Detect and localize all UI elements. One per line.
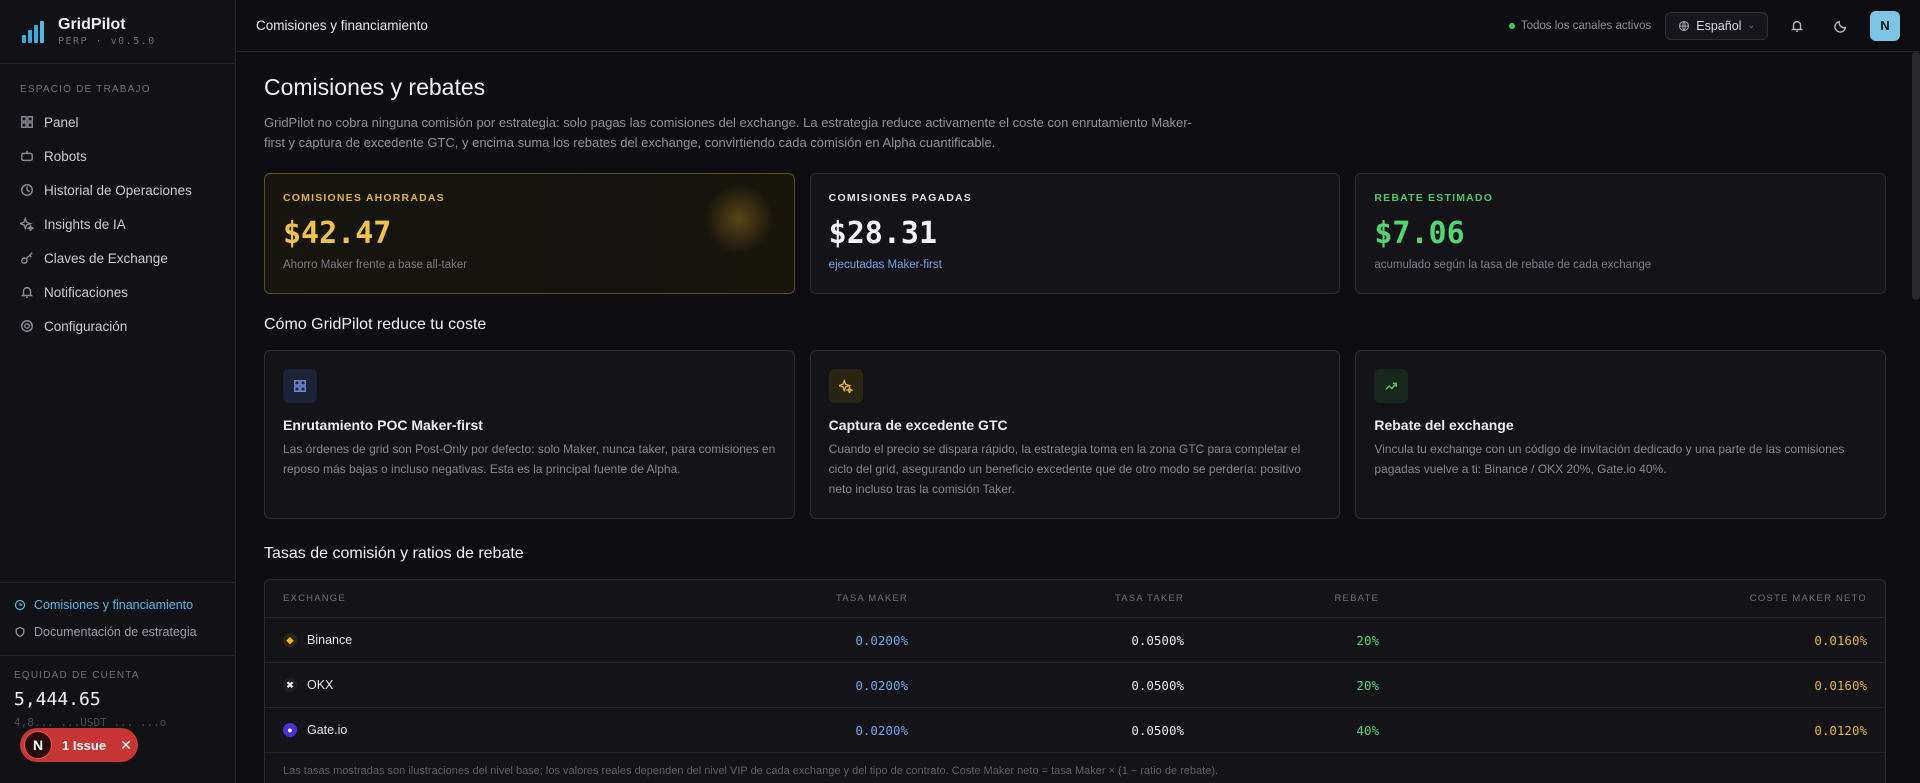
- sidebar: GridPilot PERP · v0.5.0 ESPACIO DE TRABA…: [0, 0, 236, 783]
- how-title: Cómo GridPilot reduce tu coste: [264, 316, 487, 333]
- equity-value: 5,444.65: [14, 689, 101, 710]
- sidebar-item-label: Robots: [44, 148, 87, 164]
- channel-status: Todos los canales activos: [1508, 20, 1651, 32]
- top-bar: Comisiones y financiamiento Todos los ca…: [236, 0, 1920, 52]
- stat-key: COMISIONES AHORRADAS: [283, 192, 445, 204]
- gridpilot-logo-icon: [22, 20, 48, 43]
- sidebar-item-robots[interactable]: Robots: [0, 139, 235, 173]
- stat-desc: ejecutadas Maker-first: [828, 259, 942, 271]
- sidebar-item-label: Panel: [44, 114, 79, 130]
- globe-icon: [1679, 20, 1690, 31]
- sidebar-item-label: Historial de Operaciones: [44, 182, 192, 198]
- close-icon[interactable]: ✕: [120, 737, 132, 754]
- fees-funding-link[interactable]: Comisiones y financiamiento: [0, 591, 236, 618]
- strategy-docs-link[interactable]: Documentación de estrategia: [0, 618, 236, 645]
- trend-up-icon: [1385, 382, 1398, 390]
- fees-paid-card: COMISIONES PAGADAS $28.31 ejecutadas Mak…: [809, 173, 1341, 294]
- bot-icon: [21, 150, 33, 162]
- moon-icon: [1834, 20, 1847, 33]
- main-content: Comisiones y rebates GridPilot no cobra …: [264, 74, 1887, 783]
- header-title: Comisiones y financiamiento: [256, 18, 428, 33]
- bell-icon: [1790, 20, 1804, 32]
- feature-body: Vincula tu exchange con un código de inv…: [1374, 442, 1845, 476]
- feature-exchange-rebate: Rebate del exchange Vincula tu exchange …: [1355, 350, 1887, 519]
- stat-desc: Ahorro Maker frente a base all-taker: [283, 259, 468, 271]
- brand-version: PERP · v0.5.0: [58, 36, 156, 47]
- account-equity: EQUIDAD DE CUENTA 5,444.65 4,8... ...USD…: [0, 655, 236, 783]
- stat-value: $28.31: [828, 216, 938, 251]
- shield-icon: [15, 626, 25, 637]
- page-intro: GridPilot no cobra ninguna comisión por …: [264, 115, 1192, 150]
- page-title: Comisiones y rebates: [264, 74, 486, 100]
- language-selector[interactable]: Español ⌄: [1665, 11, 1768, 40]
- stat-value: $7.06: [1374, 216, 1465, 251]
- features-row: Enrutamiento POC Maker-first Las órdenes…: [264, 350, 1887, 519]
- table-note: Las tasas mostradas son ilustraciones de…: [283, 765, 1219, 777]
- stats-row: COMISIONES AHORRADAS $42.47 Ahorro Maker…: [264, 173, 1887, 294]
- sidebar-item-settings[interactable]: Configuración: [0, 309, 235, 343]
- sidebar-item-history[interactable]: Historial de Operaciones: [0, 173, 235, 207]
- status-dot-icon: [1508, 22, 1515, 29]
- feature-body: Cuando el precio se dispara rápido, la e…: [828, 442, 1301, 496]
- grid-icon: [294, 380, 306, 392]
- scrollbar[interactable]: [1912, 52, 1920, 300]
- gate-io-icon: ●: [283, 723, 297, 737]
- sidebar-item-exchange-keys[interactable]: Claves de Exchange: [0, 241, 235, 275]
- sidebar-item-label: Claves de Exchange: [44, 250, 168, 266]
- table-row[interactable]: ✖ OKX 0.0200% 0.0500% 20% 0.0160%: [265, 663, 1885, 708]
- issue-label: 1 Issue: [62, 737, 107, 753]
- feature-title: Captura de excedente GTC: [828, 417, 1008, 433]
- sidebar-item-label: Notificaciones: [44, 284, 129, 300]
- issue-avatar: N: [24, 731, 52, 759]
- binance-icon: ◆: [283, 633, 297, 647]
- table-row[interactable]: ● Gate.io 0.0200% 0.0500% 40% 0.0120%: [265, 708, 1885, 753]
- chevron-down-icon: ⌄: [1747, 20, 1755, 30]
- sidebar-item-ai-insights[interactable]: Insights de IA: [0, 207, 235, 241]
- user-avatar[interactable]: N: [1870, 10, 1900, 41]
- key-icon: [21, 252, 33, 264]
- table-header: EXCHANGE TASA MAKER TASA TAKER REBATE CO…: [265, 580, 1885, 618]
- sidebar-item-notifications[interactable]: Notificaciones: [0, 275, 235, 309]
- gear-icon: [21, 320, 33, 332]
- sparkle-icon: [20, 217, 34, 231]
- stat-value: $42.47: [283, 216, 392, 251]
- workspace-label: ESPACIO DE TRABAJO: [20, 84, 151, 95]
- feature-title: Rebate del exchange: [1374, 417, 1514, 433]
- estimated-rebate-card: REBATE ESTIMADO $7.06 acumulado según la…: [1355, 173, 1887, 294]
- rates-table: EXCHANGE TASA MAKER TASA TAKER REBATE CO…: [264, 579, 1886, 783]
- sidebar-footer: Comisiones y financiamiento Documentació…: [0, 582, 236, 783]
- sparkle-icon: [838, 379, 853, 393]
- feature-gtc-surplus: Captura de excedente GTC Cuando el preci…: [809, 350, 1341, 519]
- history-icon: [21, 184, 33, 196]
- feature-maker-first: Enrutamiento POC Maker-first Las órdenes…: [264, 350, 795, 519]
- equity-label: EQUIDAD DE CUENTA: [14, 670, 140, 681]
- brand[interactable]: GridPilot PERP · v0.5.0: [0, 0, 235, 64]
- brand-name: GridPilot: [58, 16, 126, 33]
- stat-key: REBATE ESTIMADO: [1374, 192, 1494, 204]
- sidebar-item-label: Insights de IA: [44, 216, 126, 232]
- issue-badge[interactable]: N 1 Issue ✕: [20, 728, 138, 762]
- rates-title: Tasas de comisión y ratios de rebate: [264, 545, 524, 562]
- okx-icon: ✖: [283, 678, 297, 692]
- sidebar-item-label: Configuración: [44, 318, 128, 334]
- fees-saved-card: COMISIONES AHORRADAS $42.47 Ahorro Maker…: [264, 173, 795, 294]
- sidebar-item-panel[interactable]: Panel: [0, 105, 235, 139]
- theme-toggle-button[interactable]: [1826, 11, 1856, 41]
- stat-key: COMISIONES PAGADAS: [828, 192, 973, 204]
- feature-title: Enrutamiento POC Maker-first: [283, 417, 483, 433]
- feature-body: Las órdenes de grid son Post-Only por de…: [283, 442, 776, 476]
- notifications-button[interactable]: [1782, 11, 1812, 41]
- grid-icon: [21, 116, 33, 128]
- clock-icon: [14, 599, 26, 610]
- bell-icon: [20, 286, 34, 298]
- stat-desc: acumulado según la tasa de rebate de cad…: [1374, 259, 1652, 271]
- table-row[interactable]: ◆ Binance 0.0200% 0.0500% 20% 0.0160%: [265, 618, 1885, 663]
